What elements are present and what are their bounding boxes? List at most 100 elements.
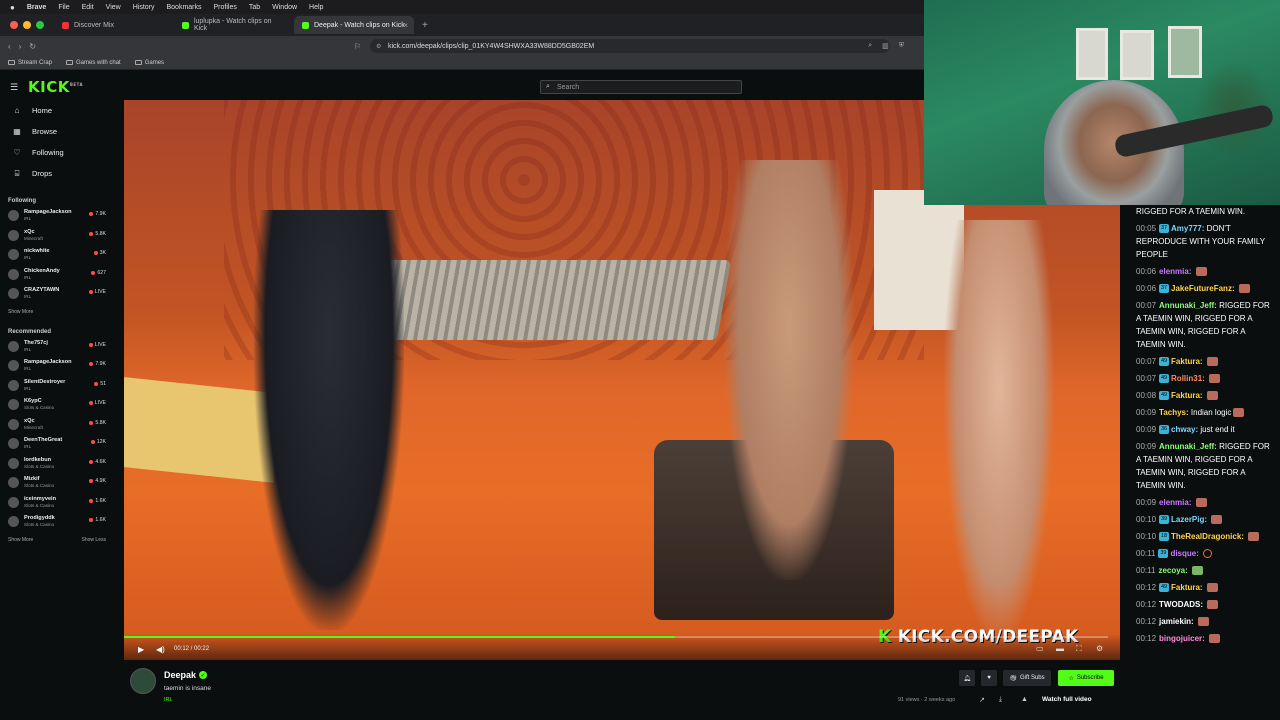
menu-item-edit[interactable]: Edit — [82, 4, 94, 11]
sidebar-channel-chickenandy[interactable]: ChickenAndy IRL 627 — [0, 267, 114, 287]
sidebar-channel-k6ypc[interactable]: K6ypC Slots & Casino LIVE — [0, 397, 114, 417]
sidebar-toggle-icon[interactable]: ▥ — [882, 42, 889, 50]
channel-avatar — [8, 379, 19, 391]
chat-username[interactable]: Faktura: — [1171, 583, 1203, 592]
bookmark-folder-games-with-chat[interactable]: Games with chat — [66, 60, 121, 66]
sidebar-channel-rampagejackson[interactable]: RampageJackson IRL 7.9K — [0, 358, 114, 378]
chat-username[interactable]: JakeFutureFanz: — [1171, 284, 1235, 293]
upload-icon[interactable]: ▲ — [1021, 696, 1028, 703]
nav-home[interactable]: ⌂ Home — [0, 100, 114, 121]
menu-item-help[interactable]: Help — [309, 4, 323, 11]
bookmark-folder-games[interactable]: Games — [134, 60, 164, 66]
nav-browse[interactable]: ▦ Browse — [0, 121, 114, 142]
chat-username[interactable]: Annunaki_Jeff: — [1159, 301, 1217, 310]
play-icon[interactable]: ▶ — [138, 645, 144, 654]
settings-gear-icon[interactable]: ⚙ — [1096, 644, 1103, 653]
nav-following[interactable]: ♡ Following — [0, 142, 114, 163]
sidebar-channel-mizkif[interactable]: Mizkif Slots & Casino 4.9K — [0, 475, 114, 495]
minimize-window-button[interactable] — [23, 21, 31, 29]
apple-icon[interactable]: ● — [10, 3, 15, 12]
volume-icon[interactable]: ◀) — [156, 645, 165, 654]
chat-username[interactable]: Faktura: — [1171, 357, 1203, 366]
theater-icon[interactable]: ▬ — [1056, 644, 1064, 653]
new-tab-button[interactable]: + — [414, 20, 436, 31]
sidebar-channel-deenthegreat[interactable]: DeenTheGreat IRL 12K — [0, 436, 114, 456]
sidebar-channel-xqc[interactable]: xQc Minecraft 5.8K — [0, 417, 114, 437]
chat-username[interactable]: TWODADS: — [1159, 600, 1203, 609]
chat-username[interactable]: elenmia: — [1159, 498, 1191, 507]
gift-subs-button[interactable]: 🎁︎ Gift Subs — [1003, 670, 1051, 686]
channel-category: IRL — [24, 385, 32, 391]
subscribe-button[interactable]: ☆ Subscribe — [1058, 670, 1114, 686]
chat-username[interactable]: Faktura: — [1171, 391, 1203, 400]
chat-username[interactable]: TheRealDragonick: — [1171, 532, 1244, 541]
share-icon[interactable]: ↗ — [979, 696, 985, 704]
reload-icon[interactable]: ↻ — [29, 42, 36, 51]
sidebar-channel-crazytawn[interactable]: CRAZYTAWN IRL LIVE — [0, 286, 114, 306]
bookmark-folder-stream-crap[interactable]: Stream Crap — [8, 60, 52, 66]
category-tag[interactable]: IRL — [164, 697, 173, 703]
sidebar-channel-lordkebun[interactable]: lordkebun Slots & Casino 4.6K — [0, 456, 114, 476]
chat-username[interactable]: Tachys: — [1159, 408, 1189, 417]
tab-deepak-clips[interactable]: Deepak - Watch clips on Kick × — [294, 16, 414, 34]
chat-username[interactable]: zecoya: — [1158, 566, 1187, 575]
zoom-icon[interactable]: ⌕ — [868, 42, 872, 50]
menu-app-name[interactable]: Brave — [27, 4, 46, 11]
sidebar-channel-xqc[interactable]: xQc Minecraft 5.8K — [0, 228, 114, 248]
hamburger-menu-icon[interactable]: ☰ — [10, 82, 18, 93]
close-tab-icon[interactable]: × — [403, 21, 408, 30]
close-window-button[interactable] — [10, 21, 18, 29]
sidebar-channel-the757cj[interactable]: The757cj IRL LIVE — [0, 339, 114, 359]
channel-name[interactable]: Deepak ✓ — [164, 670, 208, 680]
pip-icon[interactable]: ▭ — [1036, 644, 1044, 653]
chat-message: 00:12 bingojuicer: — [1136, 632, 1276, 645]
chat-username[interactable]: elenmia: — [1159, 267, 1191, 276]
chat-username[interactable]: jamiekin: — [1159, 617, 1194, 626]
search-input[interactable]: ⌕ Search — [540, 80, 742, 94]
chat-username[interactable]: chway: — [1171, 425, 1198, 434]
brave-shield-icon[interactable]: ⛨ — [899, 42, 904, 50]
url-text: kick.com/deepak/clips/clip_01KY4W4SHWXA3… — [388, 42, 595, 50]
fullscreen-icon[interactable]: ⛶ — [1076, 644, 1082, 654]
chat-username[interactable]: disque: — [1170, 549, 1198, 558]
menu-item-file[interactable]: File — [58, 4, 69, 11]
sidebar-channel-rampagejackson[interactable]: RampageJackson IRL 7.9K — [0, 208, 114, 228]
forward-icon[interactable]: › — [19, 42, 22, 51]
chat-username[interactable]: Amy777: — [1171, 224, 1204, 233]
url-bar[interactable]: ⚙ kick.com/deepak/clips/clip_01KY4W4SHWX… — [370, 39, 890, 53]
follow-heart-button[interactable]: ♥ — [981, 670, 997, 686]
bookmark-page-icon[interactable]: ⚐ — [354, 42, 361, 51]
menu-item-history[interactable]: History — [133, 4, 155, 11]
chat-timestamp: 00:12 — [1136, 583, 1157, 592]
video-progress-bar[interactable] — [124, 636, 1108, 638]
menu-item-bookmarks[interactable]: Bookmarks — [166, 4, 201, 11]
sidebar-channel-nickwhite[interactable]: nickwhite IRL 3K — [0, 247, 114, 267]
chat-username[interactable]: bingojuicer: — [1159, 634, 1205, 643]
menu-item-view[interactable]: View — [106, 4, 121, 11]
nav-drops[interactable]: ⌸ Drops — [0, 163, 114, 184]
sidebar-channel-iceinmyvein[interactable]: iceinmyvein Slots & Casino 1.6K — [0, 495, 114, 515]
notification-bell-button[interactable]: 🔔︎ — [959, 670, 975, 686]
channel-avatar[interactable] — [130, 668, 156, 694]
menu-item-tab[interactable]: Tab — [249, 4, 260, 11]
chat-username[interactable]: Annunaki_Jeff: — [1159, 442, 1217, 451]
menu-item-window[interactable]: Window — [272, 4, 297, 11]
tab-luplupka-clips[interactable]: luplupka - Watch clips on Kick — [174, 16, 294, 34]
menu-item-profiles[interactable]: Profiles — [214, 4, 237, 11]
chat-username[interactable]: Rollin31: — [1171, 374, 1205, 383]
site-info-icon[interactable]: ⚙ — [376, 43, 381, 50]
wall-frame — [1120, 30, 1154, 80]
download-icon[interactable]: ⤓ — [999, 696, 1002, 704]
sidebar-channel-silentdestroyer[interactable]: SilentDestroyer IRL 51 — [0, 378, 114, 398]
chat-username[interactable]: LazerPig: — [1171, 515, 1207, 524]
recommended-show-less[interactable]: Show Less — [82, 537, 106, 543]
maximize-window-button[interactable] — [36, 21, 44, 29]
sidebar-channel-prodigyddk[interactable]: Prodigyddk Slots & Casino 1.6K — [0, 514, 114, 534]
back-icon[interactable]: ‹ — [8, 42, 11, 51]
watch-full-video-link[interactable]: Watch full video — [1042, 696, 1092, 703]
recommended-show-more[interactable]: Show More — [8, 537, 33, 543]
tab-discover-mix[interactable]: Discover Mix — [54, 16, 174, 34]
viewer-count: 5.8K — [89, 231, 106, 237]
following-show-more[interactable]: Show More — [8, 309, 33, 315]
kick-logo[interactable]: KICKBETA — [28, 78, 83, 96]
